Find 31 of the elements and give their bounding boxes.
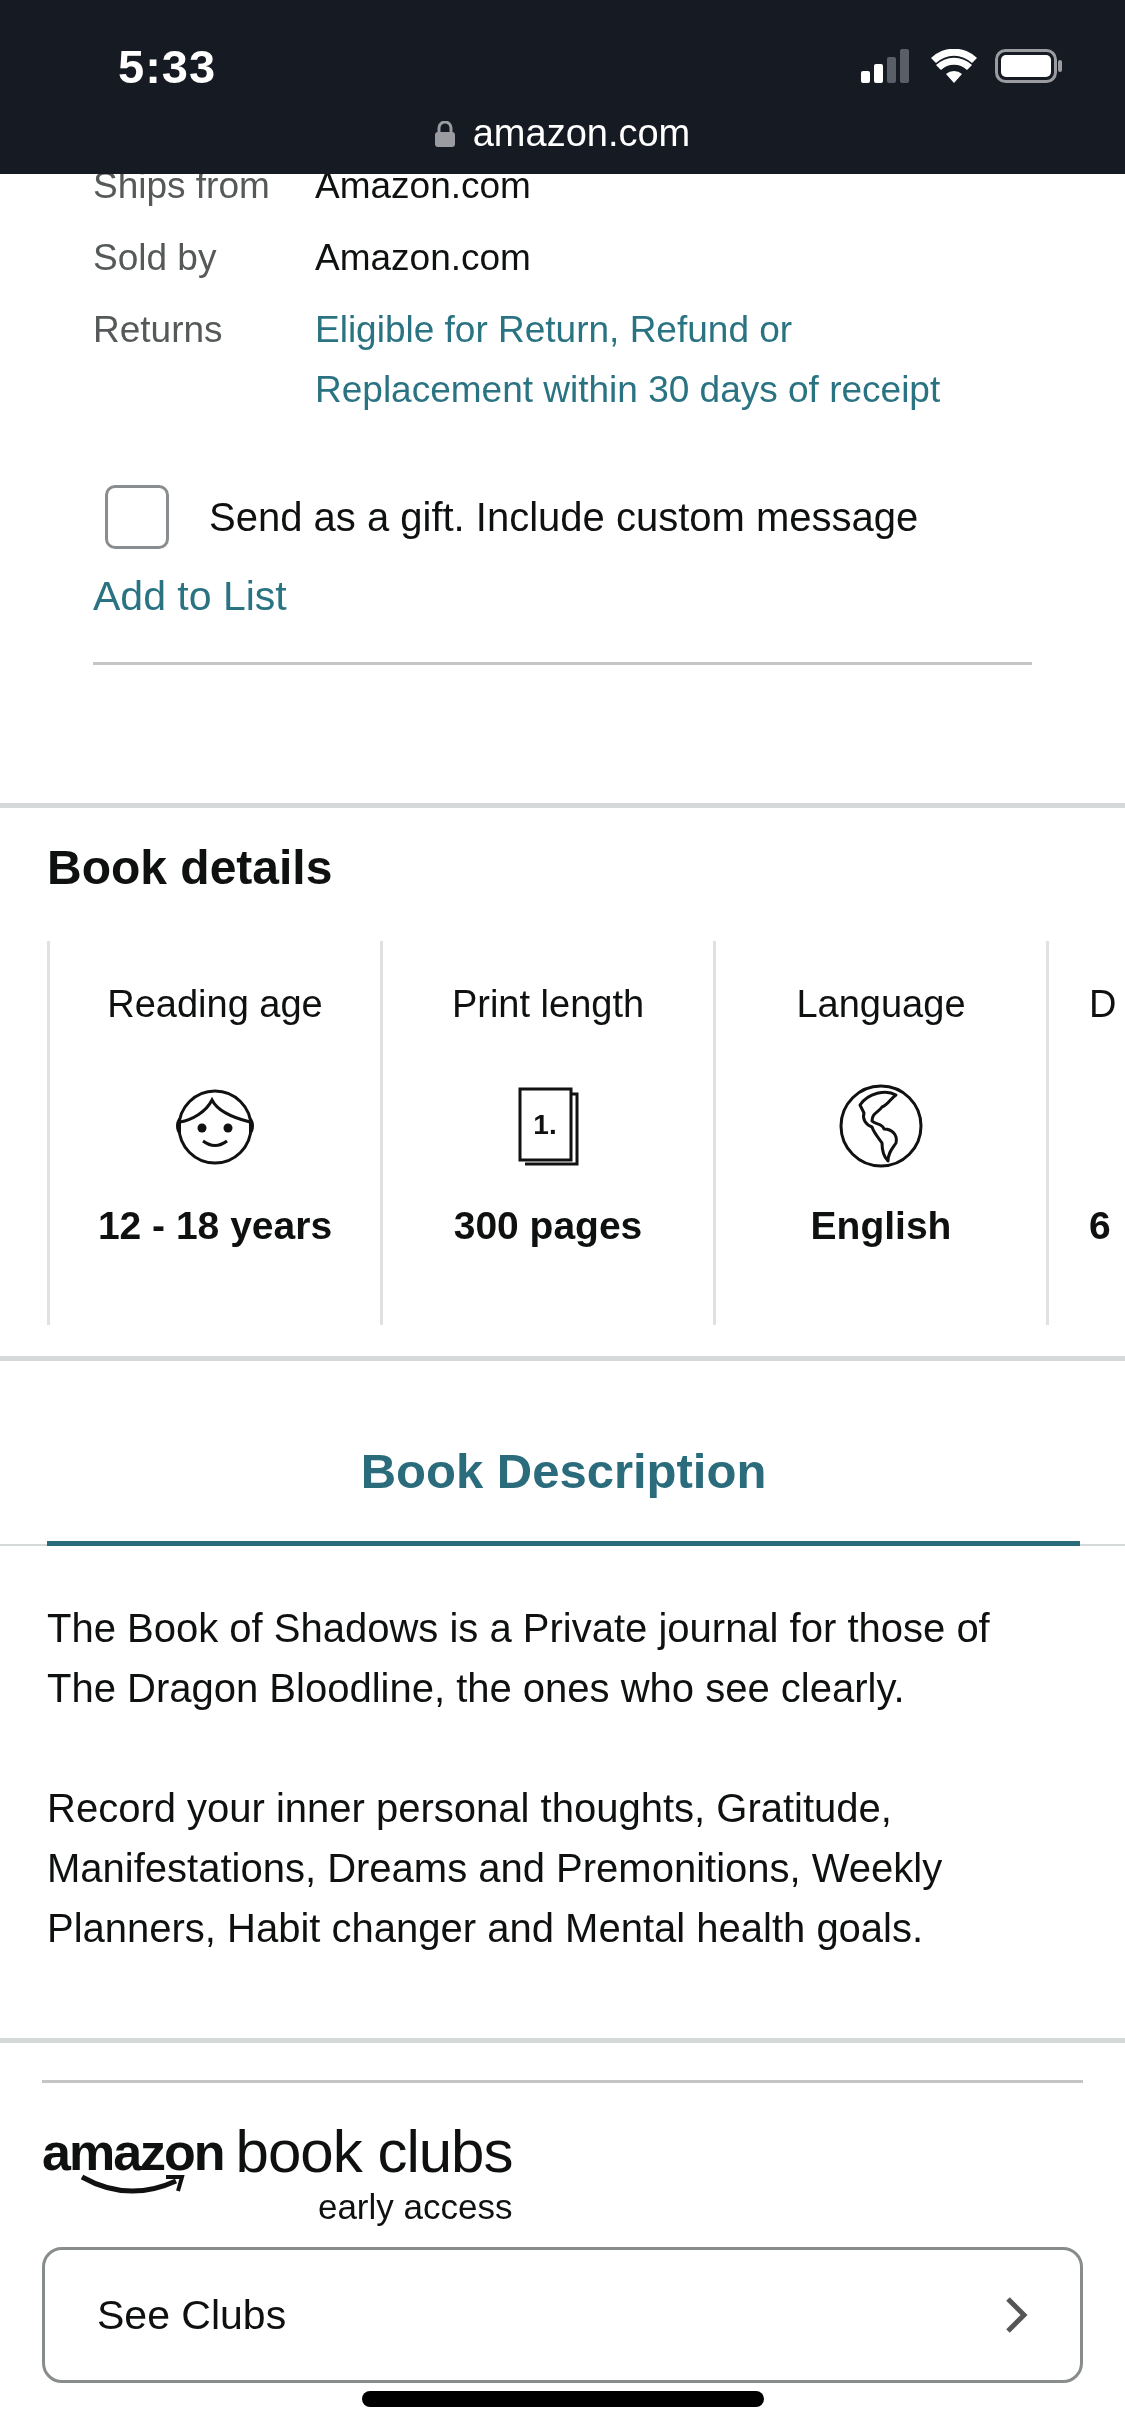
logo-tagline: early access xyxy=(317,2187,513,2227)
wifi-icon xyxy=(931,49,977,83)
detail-label: Sold by xyxy=(93,236,218,280)
detail-card-value: 12 - 18 years xyxy=(97,1203,333,1249)
detail-card-label: Reading age xyxy=(107,982,323,1027)
gift-checkbox[interactable] xyxy=(105,485,169,549)
chevron-right-icon xyxy=(1004,2295,1028,2335)
detail-card-label: D xyxy=(1089,982,1117,1027)
detail-value: Amazon.com xyxy=(315,236,532,280)
see-clubs-button[interactable]: See Clubs xyxy=(42,2247,1083,2383)
logo-text: book clubs xyxy=(235,2119,513,2185)
address-bar-url[interactable]: amazon.com xyxy=(472,112,691,155)
description-text: Record your inner personal thoughts, Gratitude, Manifestations, Dreams and Premonitions, Weekly Planners, Habit changer and Mental health goals. xyxy=(47,1785,944,1952)
detail-label: Returns xyxy=(93,308,224,352)
add-to-list-link[interactable]: Add to List xyxy=(93,566,287,626)
section-heading: Book details xyxy=(47,840,334,896)
detail-card-value: 300 pages xyxy=(453,1203,643,1249)
detail-value: Amazon.com xyxy=(315,164,532,208)
returns-link[interactable]: Eligible for Return, Refund or Replacement within 30 days of receipt xyxy=(315,300,1015,420)
lock-icon xyxy=(434,120,455,147)
detail-card-label: Language xyxy=(796,982,966,1027)
logo-wordmark: amazon xyxy=(42,2125,224,2179)
gift-option-label: Send as a gift. Include custom message xyxy=(209,494,919,540)
detail-card-value: English xyxy=(810,1203,952,1249)
battery-icon xyxy=(995,49,1063,83)
description-text: The Book of Shadows is a Private journal for those of The Dragon Bloodline, the ones who see clearly. xyxy=(47,1605,991,1712)
detail-card-label: Print length xyxy=(451,982,645,1027)
clock-time: 5:33 xyxy=(118,38,217,94)
description-tab[interactable]: Book Description xyxy=(47,1441,1080,1546)
detail-card-value: 6 xyxy=(1089,1203,1111,1249)
globe-icon xyxy=(838,1083,924,1169)
